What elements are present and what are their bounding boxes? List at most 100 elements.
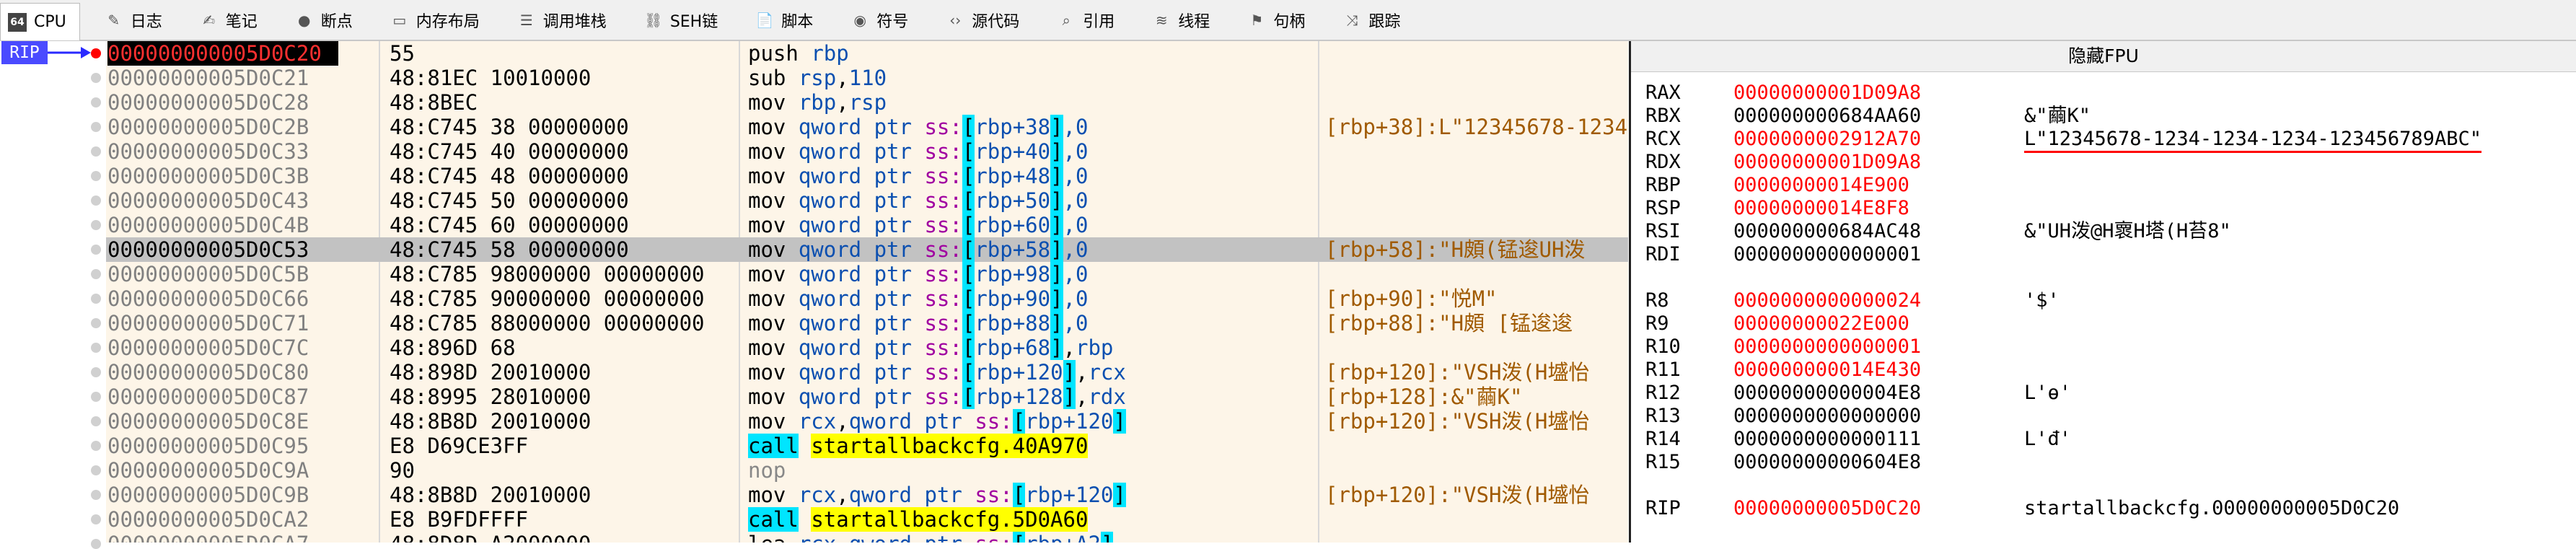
register-row[interactable]: RBX 000000000684AA60 &"繭K" bbox=[1631, 105, 2576, 128]
breakpoint-icon[interactable] bbox=[91, 294, 101, 304]
register-row[interactable]: RSI 000000000684AC48 &"UH泼@H褱H塔(H苔8" bbox=[1631, 220, 2576, 243]
register-row[interactable]: R12 00000000000004E8 L'ө' bbox=[1631, 382, 2576, 405]
disasm-row[interactable]: 00000000005D0C9A 90 nop bbox=[106, 458, 1628, 483]
disasm-row[interactable]: 00000000005D0C8E 48:8B8D 20010000 mov rcx,… bbox=[106, 409, 1628, 434]
instruction-comment: [rbp+90]:"悦M" bbox=[1325, 286, 1498, 311]
tab-notes[interactable]: ✍ 笔记 bbox=[193, 3, 271, 38]
breakpoint-icon[interactable] bbox=[91, 245, 101, 255]
disasm-row[interactable]: 00000000005D0C28 48:8BEC mov rbp,rsp bbox=[106, 90, 1628, 115]
disasm-row[interactable]: 00000000005D0C5B 48:C785 98000000 0000000… bbox=[106, 262, 1628, 286]
disassembly-view[interactable]: 000000000005D0C20 55 push rbp 00000000005D0… bbox=[106, 41, 1628, 543]
register-row[interactable]: RCX 0000000002912A70 L"12345678-1234-1234-… bbox=[1631, 128, 2576, 153]
register-value[interactable]: 0000000000000001 bbox=[1733, 335, 1921, 359]
breakpoint-icon[interactable] bbox=[91, 146, 101, 157]
disasm-row[interactable]: 00000000005D0C9B 48:8B8D 20010000 mov rcx,… bbox=[106, 483, 1628, 507]
register-value[interactable]: 000000000014E430 bbox=[1733, 359, 1921, 382]
instruction-token: rbp bbox=[811, 41, 849, 66]
tab-trace[interactable]: ⤨ 跟踪 bbox=[1335, 3, 1413, 38]
register-row[interactable]: R15 00000000000604E8 bbox=[1631, 451, 2576, 474]
register-row[interactable]: R9 00000000022E000 bbox=[1631, 312, 2576, 335]
disasm-row[interactable]: 00000000005D0C71 48:C785 88000000 0000000… bbox=[106, 311, 1628, 335]
register-value[interactable]: 00000000001D09A8 bbox=[1733, 151, 1921, 174]
register-value[interactable]: 0000000000000111 bbox=[1733, 428, 1921, 451]
breakpoint-icon[interactable] bbox=[91, 73, 101, 83]
breakpoint-icon[interactable] bbox=[91, 367, 101, 377]
register-row[interactable]: RAX 00000000001D09A8 bbox=[1631, 82, 2576, 105]
register-row[interactable]: RSP 00000000014E8F8 bbox=[1631, 197, 2576, 220]
breakpoint-icon[interactable] bbox=[91, 220, 101, 230]
tab-memory-map[interactable]: ▭ 内存布局 bbox=[383, 3, 493, 38]
breakpoint-icon[interactable] bbox=[91, 171, 101, 181]
instruction-token: [ bbox=[962, 360, 975, 385]
register-value[interactable]: 0000000002912A70 bbox=[1733, 128, 1921, 151]
disasm-row[interactable]: 00000000005D0C53 48:C745 58 00000000 mov q… bbox=[106, 237, 1628, 262]
disasm-row[interactable]: 00000000005D0C4B 48:C745 60 00000000 mov q… bbox=[106, 213, 1628, 237]
instruction-text: lea rcx,qword ptr ss:[rbp+A2] bbox=[748, 532, 1390, 543]
breakpoint-icon[interactable] bbox=[91, 196, 101, 206]
tab-references[interactable]: ⌕ 引用 bbox=[1050, 3, 1127, 38]
register-row[interactable]: R14 0000000000000111 L'đ' bbox=[1631, 428, 2576, 451]
register-row[interactable]: RDI 0000000000000001 bbox=[1631, 243, 2576, 266]
breakpoint-icon[interactable] bbox=[91, 416, 101, 426]
breakpoint-icon[interactable] bbox=[91, 318, 101, 328]
disasm-row[interactable]: 00000000005D0C3B 48:C745 48 00000000 mov q… bbox=[106, 164, 1628, 188]
register-row[interactable]: RIP 00000000005D0C20 startallbackcfg.00000… bbox=[1631, 497, 2576, 520]
breakpoint-icon[interactable] bbox=[91, 539, 101, 549]
register-row[interactable]: R8 0000000000000024 '$' bbox=[1631, 289, 2576, 312]
breakpoint-active-icon[interactable] bbox=[91, 48, 101, 58]
register-row[interactable]: R13 0000000000000000 bbox=[1631, 405, 2576, 428]
breakpoint-icon[interactable] bbox=[91, 490, 101, 500]
tab-source-code[interactable]: ‹› 源代码 bbox=[938, 3, 1032, 38]
breakpoint-icon[interactable] bbox=[91, 441, 101, 451]
breakpoint-icon[interactable] bbox=[91, 343, 101, 353]
register-value[interactable]: 000000000684AC48 bbox=[1733, 220, 1921, 243]
disasm-row[interactable]: 00000000005D0C80 48:898D 20010000 mov qwor… bbox=[106, 360, 1628, 385]
tab-threads[interactable]: ≋ 线程 bbox=[1145, 3, 1223, 38]
breakpoint-icon[interactable] bbox=[91, 269, 101, 279]
tab-symbols[interactable]: ◉ 符号 bbox=[843, 3, 921, 38]
register-value[interactable]: 00000000000004E8 bbox=[1733, 382, 1921, 405]
disasm-row[interactable]: 00000000005D0C7C 48:896D 68 mov qword ptr … bbox=[106, 335, 1628, 360]
disasm-row[interactable]: 00000000005D0C2B 48:C745 38 00000000 mov q… bbox=[106, 115, 1628, 139]
breakpoint-icon[interactable] bbox=[91, 97, 101, 107]
breakpoint-icon[interactable] bbox=[91, 514, 101, 524]
breakpoint-gutter[interactable]: RIP bbox=[0, 41, 106, 549]
tab-script[interactable]: 📄 脚本 bbox=[748, 3, 826, 38]
register-value[interactable]: 0000000000000024 bbox=[1733, 289, 1921, 312]
register-value[interactable]: 0000000000000000 bbox=[1733, 405, 1921, 428]
disasm-row[interactable]: 00000000005D0C87 48:8995 28010000 mov qwor… bbox=[106, 385, 1628, 409]
register-row[interactable]: RBP 00000000014E900 bbox=[1631, 174, 2576, 197]
register-name: R13 bbox=[1645, 405, 1681, 427]
disasm-row[interactable]: 00000000005D0C95 E8 D69CE3FF call startall… bbox=[106, 434, 1628, 458]
disasm-row[interactable]: 00000000005D0CA748:8D8D A2000000lea rcx,… bbox=[106, 532, 1628, 543]
instruction-token: , bbox=[1076, 360, 1089, 385]
disasm-row[interactable]: 00000000005D0C21 48:81EC 10010000 sub rsp,… bbox=[106, 66, 1628, 90]
tab-cpu[interactable]: 64 CPU bbox=[0, 3, 80, 40]
hide-fpu-button[interactable]: 隐藏FPU bbox=[1631, 41, 2576, 72]
register-value[interactable]: 00000000005D0C20 bbox=[1733, 497, 1921, 520]
register-row[interactable]: R11 000000000014E430 bbox=[1631, 359, 2576, 382]
disasm-row[interactable]: 00000000005D0C43 48:C745 50 00000000 mov q… bbox=[106, 188, 1628, 213]
register-row[interactable]: R10 0000000000000001 bbox=[1631, 335, 2576, 359]
register-value[interactable]: 00000000014E900 bbox=[1733, 174, 1909, 197]
disasm-row[interactable]: 00000000005D0C33 48:C745 40 00000000 mov q… bbox=[106, 139, 1628, 164]
breakpoint-icon[interactable] bbox=[91, 122, 101, 132]
tab-breakpoint[interactable]: ● 断点 bbox=[288, 3, 366, 38]
tab-log[interactable]: ✎ 日志 bbox=[97, 3, 175, 38]
disasm-row[interactable]: 000000000005D0C20 55 push rbp bbox=[106, 41, 1628, 66]
register-value[interactable]: 00000000000604E8 bbox=[1733, 451, 1921, 474]
tab-handles[interactable]: ⚑ 句柄 bbox=[1240, 3, 1318, 38]
breakpoint-icon[interactable] bbox=[91, 465, 101, 475]
disasm-row[interactable]: 00000000005D0CA2 E8 B9FDFFFF call startall… bbox=[106, 507, 1628, 532]
register-value[interactable]: 0000000000000001 bbox=[1733, 243, 1921, 266]
breakpoint-icon[interactable] bbox=[91, 392, 101, 402]
register-value[interactable]: 000000000684AA60 bbox=[1733, 105, 1921, 128]
disasm-row[interactable]: 00000000005D0C66 48:C785 90000000 0000000… bbox=[106, 286, 1628, 311]
tab-call-stack[interactable]: ☰ 调用堆栈 bbox=[510, 3, 620, 38]
register-value[interactable]: 00000000001D09A8 bbox=[1733, 82, 1921, 105]
register-row[interactable]: RDX 00000000001D09A8 bbox=[1631, 151, 2576, 174]
tab-seh-chain[interactable]: ⛓ SEH链 bbox=[637, 3, 731, 38]
register-value[interactable]: 00000000014E8F8 bbox=[1733, 197, 1909, 220]
instruction-token: ,0 bbox=[1063, 115, 1089, 139]
register-value[interactable]: 00000000022E000 bbox=[1733, 312, 1909, 335]
